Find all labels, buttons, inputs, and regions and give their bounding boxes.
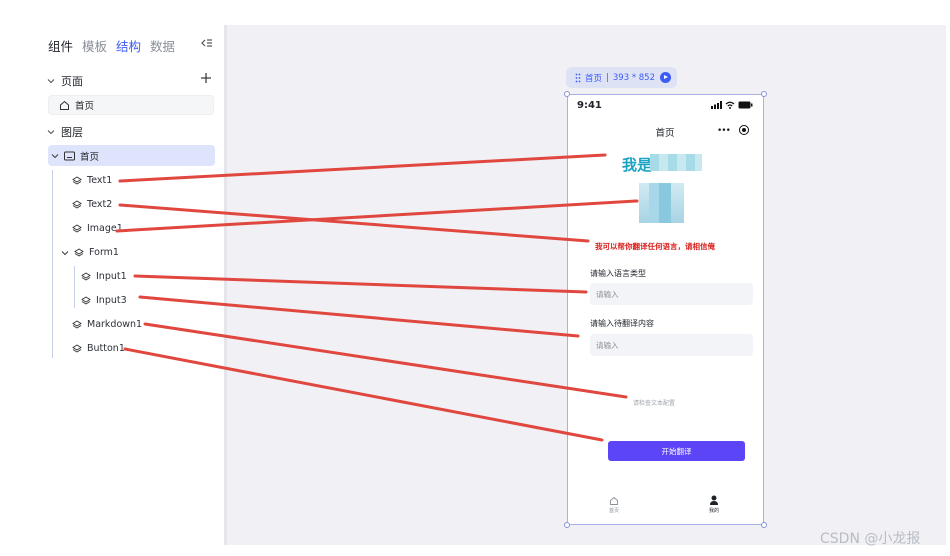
device-page-name: 首页 (585, 73, 603, 84)
tab-data[interactable]: 数据 (150, 36, 175, 55)
page-item-label: 首页 (75, 101, 95, 112)
layer-label: Input1 (96, 271, 127, 282)
home-icon (60, 100, 69, 110)
layers-icon (72, 199, 82, 209)
input3-label: 请输入待翻译内容 (590, 319, 654, 328)
user-icon (710, 495, 718, 505)
preview-play-icon[interactable] (660, 72, 671, 83)
add-page-icon[interactable] (200, 72, 212, 84)
layers-section-header[interactable]: 图层 (47, 124, 83, 140)
layer-item-markdown1[interactable]: Markdown1 (72, 319, 142, 330)
tabbar-mine-label: 我的 (709, 508, 720, 514)
tree-guide-line (52, 170, 53, 358)
tabbar-home-label: 首页 (609, 508, 620, 514)
tab-templates[interactable]: 模板 (82, 36, 107, 55)
tabbar-home[interactable]: 首页 (609, 496, 619, 514)
layer-label: Text2 (87, 199, 113, 210)
language-type-input[interactable] (590, 283, 753, 305)
status-icons (711, 101, 753, 109)
battery-icon (738, 101, 753, 109)
structure-panel: 组件 模板 结构 数据 页面 首页 图层 首页 Text1 Text2 Imag… (0, 0, 224, 556)
layer-item-text2[interactable]: Text2 (72, 199, 112, 210)
layer-item-image1[interactable]: Image1 (72, 223, 123, 234)
page-item-home[interactable]: 首页 (48, 95, 214, 115)
layer-item-input3[interactable]: Input3 (81, 295, 127, 306)
chevron-down-icon (51, 153, 59, 158)
chevron-down-icon (47, 130, 55, 135)
layer-item-input1[interactable]: Input1 (81, 271, 127, 282)
layers-section-title: 图层 (61, 126, 83, 139)
more-icon[interactable]: ••• (717, 126, 731, 136)
drag-handle-icon[interactable] (575, 73, 581, 83)
layer-label: Input3 (96, 295, 127, 306)
resize-handle[interactable] (761, 91, 767, 97)
watermark: CSDN @小龙报 (820, 531, 921, 547)
layer-item-button1[interactable]: Button1 (72, 343, 125, 354)
phone-nav-title: 首页 (655, 128, 675, 139)
layer-label: Form1 (89, 247, 119, 258)
layer-item-text1[interactable]: Text1 (72, 175, 112, 186)
layer-label: Text1 (87, 175, 113, 186)
resize-handle[interactable] (564, 91, 570, 97)
tree-guide-line (74, 266, 75, 308)
layers-icon (81, 295, 91, 305)
input1-label: 请输入语言类型 (590, 269, 646, 278)
status-time: 9:41 (577, 100, 602, 111)
layers-icon (72, 343, 82, 353)
device-divider: | (606, 72, 609, 83)
translate-content-input[interactable] (590, 334, 753, 356)
pages-section-title: 页面 (61, 75, 83, 88)
text2-component[interactable]: 我可以帮你翻译任何语言，请相信俺 (595, 241, 715, 252)
layer-item-form1[interactable]: Form1 (61, 247, 119, 258)
chevron-down-icon (61, 250, 69, 255)
page-icon (64, 151, 75, 160)
layers-icon (81, 271, 91, 281)
start-translate-button[interactable]: 开始翻译 (608, 441, 745, 461)
device-size: 393 * 852 (612, 72, 655, 83)
panel-tabs: 组件 模板 结构 数据 (48, 36, 175, 55)
layers-icon (74, 247, 84, 257)
text1-component[interactable]: 我是 (622, 154, 652, 175)
tabbar-mine[interactable]: 我的 (709, 495, 719, 514)
layer-label: Markdown1 (87, 319, 143, 330)
layer-root-page[interactable]: 首页 (48, 145, 215, 166)
layer-label: Button1 (87, 343, 125, 354)
layers-icon (72, 223, 82, 233)
layer-root-label: 首页 (80, 151, 100, 163)
capsule-close-icon[interactable] (739, 125, 749, 135)
device-label[interactable]: 首页 | 393 * 852 (566, 67, 677, 88)
tab-structure[interactable]: 结构 (116, 36, 141, 55)
chevron-down-icon (47, 79, 55, 84)
mosaic-redaction (650, 154, 702, 171)
image1-component[interactable] (639, 183, 684, 223)
collapse-panel-icon[interactable] (200, 38, 212, 48)
layer-label: Image1 (87, 223, 123, 234)
resize-handle[interactable] (761, 522, 767, 528)
markdown1-component[interactable]: 请检查文本配置 (633, 398, 675, 407)
tab-components[interactable]: 组件 (48, 36, 73, 55)
signal-icon (711, 101, 722, 109)
home-icon (610, 496, 618, 505)
pages-section-header[interactable]: 页面 (47, 73, 83, 89)
resize-handle[interactable] (564, 522, 570, 528)
layers-icon (72, 319, 82, 329)
wifi-icon (725, 101, 735, 109)
layers-icon (72, 175, 82, 185)
